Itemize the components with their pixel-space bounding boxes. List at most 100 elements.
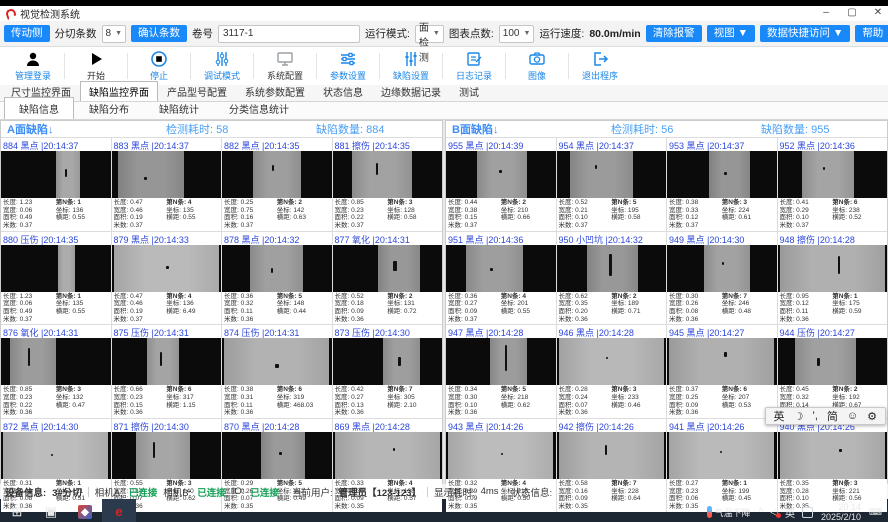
defect-cell[interactable]: 940 黑点 |20:14:26长度: 0.35宽度: 0.28面积: 0.10… <box>778 419 888 512</box>
meta-label: 面积: <box>3 214 18 221</box>
ime-tray-icon[interactable] <box>802 507 813 518</box>
defect-cell[interactable]: 949 黑点 |20:14:30长度: 0.30宽度: 0.26面积: 0.08… <box>667 232 777 325</box>
task-view-button[interactable]: ▣ <box>34 499 68 522</box>
action-defect-sliders-button[interactable]: 缺陷设置 <box>380 50 442 82</box>
data-quick-access-menu-button[interactable]: 数据快捷访问 ▼ <box>760 25 850 43</box>
meta-value: 305 <box>404 394 415 401</box>
taskbar-clock[interactable]: 20:14 2025/2/10 <box>821 502 861 522</box>
defect-cell[interactable]: 873 压伤 |20:14:30长度: 0.42宽度: 0.27面积: 0.13… <box>333 325 443 418</box>
defect-cell[interactable]: 948 擦伤 |20:14:28长度: 0.95宽度: 0.12面积: 0.11… <box>778 232 888 325</box>
ime-emoji-icon[interactable]: ☺ <box>847 410 858 422</box>
defect-cell[interactable]: 952 黑点 |20:14:36长度: 0.41宽度: 0.29面积: 0.10… <box>778 138 888 231</box>
defect-cell[interactable]: 945 黑点 |20:14:27长度: 0.37宽度: 0.25面积: 0.09… <box>667 325 777 418</box>
chart-points-select[interactable]: 100▼ <box>499 25 535 43</box>
defect-cell[interactable]: 946 黑点 |20:14:28长度: 0.28宽度: 0.24面积: 0.07… <box>557 325 667 418</box>
meta-value: 0.12 <box>796 300 809 307</box>
defect-cell[interactable]: 953 黑点 |20:14:37长度: 0.38宽度: 0.33面积: 0.12… <box>667 138 777 231</box>
defect-cell[interactable]: 941 黑点 |20:14:26长度: 0.27宽度: 0.23面积: 0.06… <box>667 419 777 512</box>
meta-value: 0.09 <box>465 308 478 315</box>
taskbar-active-app-icon[interactable]: e <box>102 499 136 522</box>
action-exit-button[interactable]: 退出程序 <box>569 50 631 82</box>
defect-cell[interactable]: 879 黑点 |20:14:33长度: 0.47宽度: 0.46面积: 0.19… <box>112 232 222 325</box>
meta-label: 横距: <box>277 308 292 315</box>
ime-punctuation-toggle[interactable]: ’, <box>812 410 818 422</box>
meta-label: 长度: <box>335 386 350 393</box>
meta-value: 0.37 <box>465 316 478 323</box>
defect-cell[interactable]: 951 黑点 |20:14:36长度: 0.36宽度: 0.27面积: 0.09… <box>446 232 556 325</box>
main-tab-4[interactable]: 状态信息 <box>314 81 372 101</box>
view-menu-button[interactable]: 视图 ▼ <box>707 25 755 43</box>
meta-label: 横距: <box>501 308 516 315</box>
meta-label: 宽度: <box>559 394 574 401</box>
main-tab-5[interactable]: 边缘数据记录 <box>372 81 450 101</box>
input-language-indicator[interactable]: 英 <box>785 505 795 520</box>
sub-tab-1[interactable]: 缺陷分布 <box>74 97 144 119</box>
meta-value: 0.10 <box>465 402 478 409</box>
defect-cell[interactable]: 950 小凹坑 |20:14:32长度: 0.62宽度: 0.35面积: 0.2… <box>557 232 667 325</box>
defect-cell[interactable]: 954 黑点 |20:14:37长度: 0.52宽度: 0.21面积: 0.10… <box>557 138 667 231</box>
meta-label: 长度: <box>669 293 684 300</box>
meta-label: 横距: <box>722 308 737 315</box>
ime-simplified-toggle[interactable]: 简 <box>827 408 838 424</box>
defect-cell[interactable]: 881 擦伤 |20:14:35长度: 0.85宽度: 0.23面积: 0.22… <box>333 138 443 231</box>
defect-cell[interactable]: 878 黑点 |20:14:32长度: 0.36宽度: 0.32面积: 0.11… <box>222 232 332 325</box>
action-monitor-button[interactable]: 系统配置 <box>254 50 316 82</box>
ime-settings-gear-icon[interactable]: ⚙ <box>867 410 877 423</box>
slit-count-select[interactable]: 8▼ <box>102 25 127 43</box>
defect-cell[interactable]: 955 黑点 |20:14:39长度: 0.44宽度: 0.38面积: 0.15… <box>446 138 556 231</box>
defect-cell[interactable]: 883 黑点 |20:14:37长度: 0.47宽度: 0.46面积: 0.19… <box>112 138 222 231</box>
tray-expand-icon[interactable]: ^ <box>759 507 764 518</box>
defect-cell[interactable]: 884 黑点 |20:14:37长度: 1.23宽度: 0.06面积: 0.49… <box>1 138 111 231</box>
ime-moon-icon[interactable]: ☽ <box>794 410 804 423</box>
minimize-icon[interactable]: – <box>820 7 832 18</box>
defect-cell[interactable]: 876 氧化 |20:14:31长度: 0.85宽度: 0.23面积: 0.22… <box>1 325 111 418</box>
sub-tab-2[interactable]: 缺陷统计 <box>144 97 214 119</box>
defect-cell[interactable]: 882 黑点 |20:14:35长度: 0.25宽度: 0.75面积: 0.16… <box>222 138 332 231</box>
weather-widget[interactable]: 气温下降 <box>707 506 751 519</box>
clear-alarm-button[interactable]: 清除报警 <box>646 25 702 43</box>
titlebar: 视觉检测系统 – ▢ ✕ <box>0 6 888 21</box>
close-icon[interactable]: ✕ <box>872 7 884 18</box>
defect-cell[interactable]: 947 黑点 |20:14:28长度: 0.34宽度: 0.30面积: 0.10… <box>446 325 556 418</box>
meta-value: 0.66 <box>130 386 143 393</box>
help-menu-button[interactable]: 帮助 ▼ <box>855 25 888 43</box>
maximize-icon[interactable]: ▢ <box>846 7 858 18</box>
action-log-button[interactable]: 日志记录 <box>443 50 505 82</box>
taskbar-app-icon[interactable]: ◆ <box>68 499 102 522</box>
drive-side-button[interactable]: 传动侧 <box>4 25 50 43</box>
confirm-count-button[interactable]: 确认条数 <box>131 25 187 43</box>
start-button[interactable]: ⊞ <box>0 499 34 522</box>
ime-lang-toggle[interactable]: 英 <box>774 408 785 424</box>
main-tab-6[interactable]: 测试 <box>450 81 488 101</box>
meta-label: 宽度: <box>335 394 350 401</box>
defect-cell[interactable]: 874 压伤 |20:14:31长度: 0.38宽度: 0.31面积: 0.11… <box>222 325 332 418</box>
volume-icon[interactable]: ◁ <box>770 507 778 518</box>
defect-cell[interactable]: 877 氧化 |20:14:31长度: 0.52宽度: 0.18面积: 0.09… <box>333 232 443 325</box>
action-stop-button[interactable]: 停止 <box>128 50 190 82</box>
action-user-button[interactable]: 管理登录 <box>2 50 64 82</box>
defect-cell-header: 880 压伤 |20:14:35 <box>1 232 111 245</box>
roll-number-input[interactable] <box>218 25 360 43</box>
meta-value: 0.37 <box>351 222 364 229</box>
sub-tab-0[interactable]: 缺陷信息 <box>4 97 74 119</box>
action-camera-button[interactable]: 图像 <box>506 50 568 82</box>
meta-label: 第N条: <box>832 293 852 300</box>
sub-tab-3[interactable]: 分类信息统计 <box>214 97 304 119</box>
panel-title[interactable]: B面缺陷↓ <box>452 121 611 137</box>
defect-cell[interactable]: 944 压伤 |20:14:27长度: 0.45宽度: 0.32面积: 0.14… <box>778 325 888 418</box>
defect-cell[interactable]: 880 压伤 |20:14:35长度: 1.23宽度: 0.06面积: 0.49… <box>1 232 111 325</box>
meta-label: 长度: <box>3 293 18 300</box>
action-params-sliders-button[interactable]: 参数设置 <box>317 50 379 82</box>
touch-keyboard-icon[interactable]: ⌨ <box>869 507 882 518</box>
defect-image <box>333 151 443 198</box>
defect-cell[interactable]: 875 压伤 |20:14:31长度: 0.66宽度: 0.23面积: 0.15… <box>112 325 222 418</box>
panel-title[interactable]: A面缺陷↓ <box>7 121 166 137</box>
meta-value: 0.26 <box>686 300 699 307</box>
run-mode-select[interactable]: 双面检测▼ <box>415 25 444 43</box>
defect-cell[interactable]: 942 擦伤 |20:14:26长度: 0.58宽度: 0.16面积: 0.09… <box>557 419 667 512</box>
action-play-button[interactable]: 开始 <box>65 50 127 82</box>
windows-taskbar: ⊞ ▣ ◆ e 气温下降 ^ ◁ 英 20:14 2025/2/10 ⌨ <box>0 499 888 522</box>
meta-value: 1 <box>77 199 81 206</box>
meta-value: 0.24 <box>575 394 588 401</box>
action-debug-sliders-button[interactable]: 调试模式 <box>191 50 253 82</box>
